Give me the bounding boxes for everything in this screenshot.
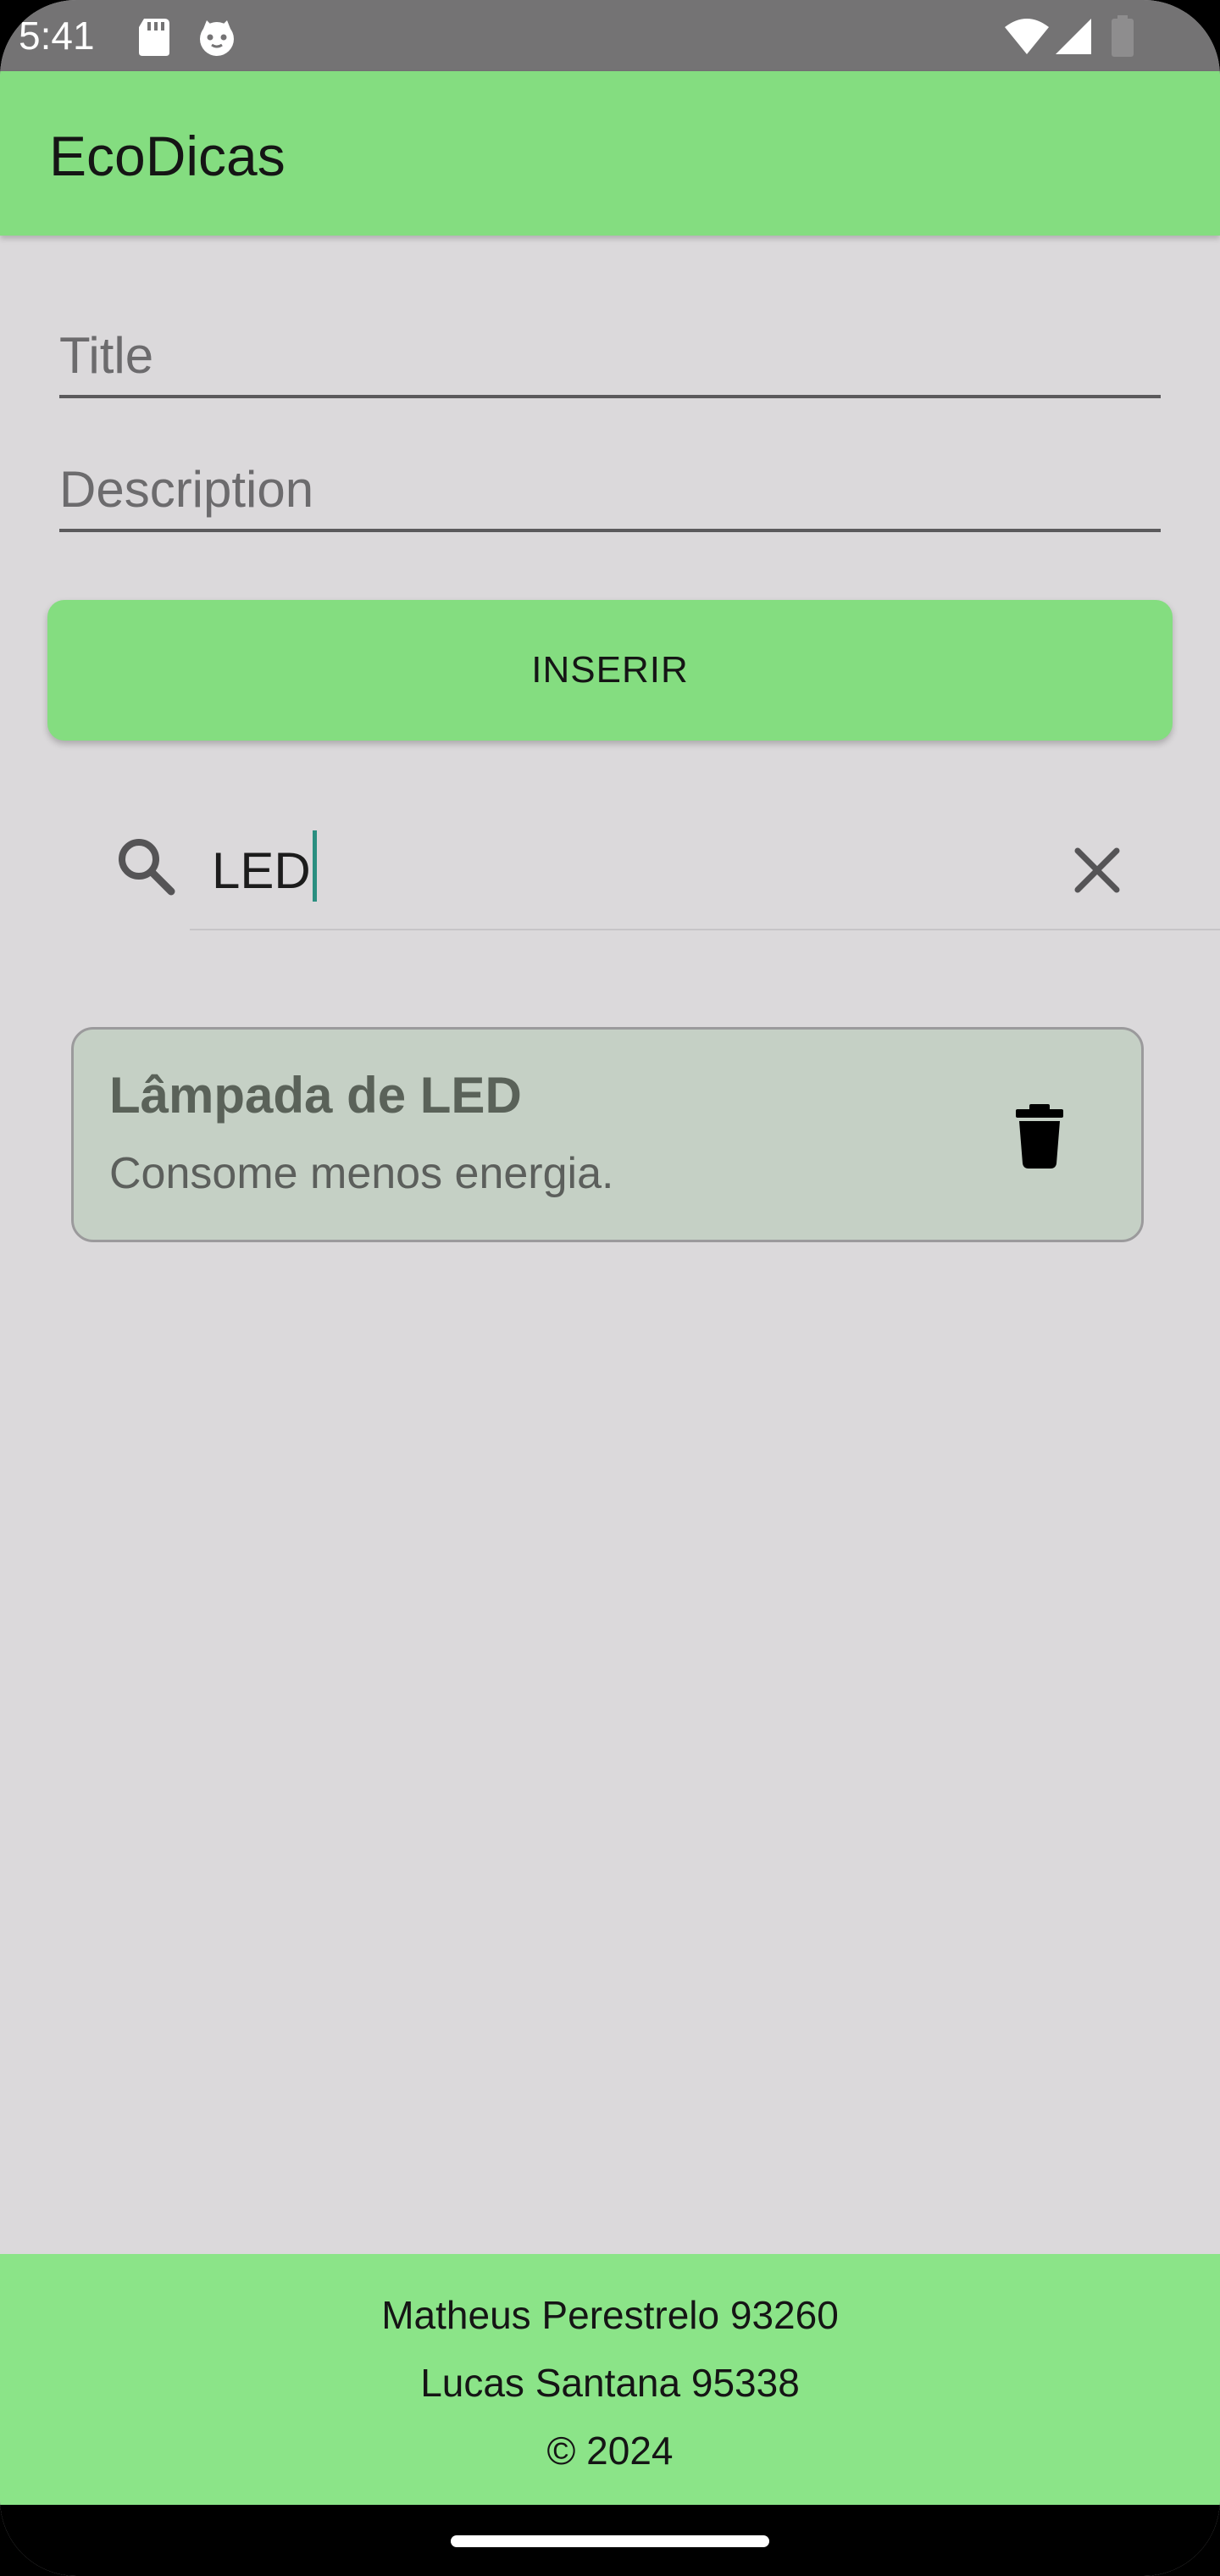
- text-cursor: [312, 830, 317, 902]
- tip-card[interactable]: Lâmpada de LED Consome menos energia.: [71, 1027, 1144, 1242]
- search-query-text[interactable]: LED: [212, 830, 317, 909]
- footer-author-2: Lucas Santana 95338: [420, 2361, 800, 2405]
- description-input[interactable]: [59, 452, 1152, 525]
- footer-author-1: Matheus Perestrelo 93260: [381, 2293, 839, 2337]
- tip-description: Consome menos energia.: [109, 1149, 614, 1198]
- search-icon: [119, 839, 175, 896]
- description-field[interactable]: [59, 452, 1161, 532]
- status-bar: 5:41: [0, 0, 1220, 71]
- tip-title: Lâmpada de LED: [109, 1067, 522, 1124]
- close-icon[interactable]: [1059, 832, 1135, 908]
- system-nav-bar: [0, 2505, 1220, 2576]
- trash-icon[interactable]: [1006, 1102, 1073, 1170]
- search-bar: LED: [93, 813, 1220, 932]
- insert-button[interactable]: INSERIR: [47, 600, 1173, 741]
- phone-screen: 5:41 EcoDicas Title Description INSERIR …: [0, 0, 1220, 2576]
- footer: Matheus Perestrelo 93260 Lucas Santana 9…: [0, 2254, 1220, 2505]
- title-field[interactable]: [59, 319, 1161, 398]
- battery-icon: [1112, 15, 1134, 57]
- status-time: 5:41: [19, 14, 95, 58]
- app-bar: EcoDicas: [0, 71, 1220, 236]
- home-gesture-handle[interactable]: [451, 2535, 769, 2547]
- search-query: LED: [212, 842, 311, 899]
- signal-icon: [1056, 19, 1091, 54]
- app-title: EcoDicas: [49, 125, 286, 187]
- footer-copyright: © 2024: [546, 2429, 674, 2473]
- cat-face-icon: [200, 20, 234, 56]
- title-input[interactable]: [59, 319, 1152, 391]
- wifi-icon: [1005, 19, 1049, 54]
- sd-card-icon: [139, 19, 169, 56]
